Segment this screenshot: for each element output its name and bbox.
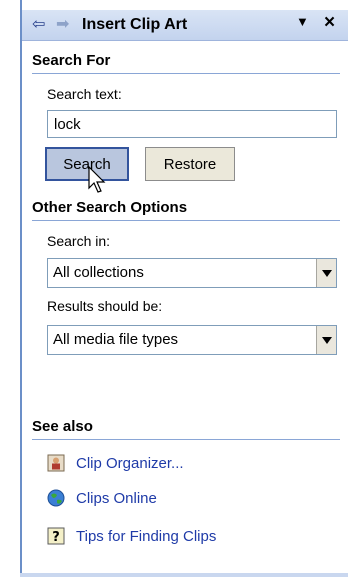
tips-for-finding-clips-label[interactable]: Tips for Finding Clips — [76, 528, 216, 545]
task-pane-title-bar: ⇦ ➡ Insert Clip Art ▼ × — [22, 10, 348, 41]
pane-left-border — [20, 0, 22, 577]
other-search-options-heading: Other Search Options — [32, 199, 188, 216]
search-text-input[interactable] — [47, 110, 337, 138]
section-divider — [32, 220, 340, 221]
globe-icon — [46, 488, 66, 508]
tips-for-finding-clips-link[interactable]: ? Tips for Finding Clips — [46, 524, 216, 548]
clip-organizer-label[interactable]: Clip Organizer... — [76, 455, 184, 472]
clips-online-label[interactable]: Clips Online — [76, 490, 157, 507]
search-in-label: Search in: — [47, 233, 111, 249]
results-value: All media file types — [53, 331, 179, 348]
pane-bottom-edge — [20, 573, 348, 577]
see-also-heading: See also — [32, 418, 93, 435]
clip-organizer-link[interactable]: Clip Organizer... — [46, 451, 184, 475]
clip-organizer-icon — [46, 453, 66, 473]
search-for-heading: Search For — [32, 52, 111, 69]
mouse-pointer-icon — [88, 166, 106, 193]
results-dropdown[interactable]: All media file types — [47, 325, 337, 355]
section-divider — [32, 73, 340, 74]
chevron-down-icon[interactable] — [316, 259, 336, 287]
clips-online-link[interactable]: Clips Online — [46, 486, 157, 510]
pane-title: Insert Clip Art — [82, 16, 188, 33]
restore-button[interactable]: Restore — [145, 147, 235, 181]
results-label: Results should be: — [47, 298, 163, 314]
forward-arrow-icon[interactable]: ➡ — [56, 14, 69, 34]
back-arrow-icon[interactable]: ⇦ — [32, 14, 45, 34]
search-in-dropdown[interactable]: All collections — [47, 258, 337, 288]
svg-text:?: ? — [52, 530, 60, 545]
dropdown-arrow-icon[interactable]: ▼ — [296, 14, 309, 29]
close-icon[interactable]: × — [324, 12, 335, 34]
section-divider — [32, 439, 340, 440]
help-icon: ? — [46, 526, 66, 546]
search-button[interactable]: Search — [45, 147, 129, 181]
chevron-down-icon[interactable] — [316, 326, 336, 354]
search-text-label: Search text: — [47, 86, 122, 102]
search-in-value: All collections — [53, 264, 144, 281]
